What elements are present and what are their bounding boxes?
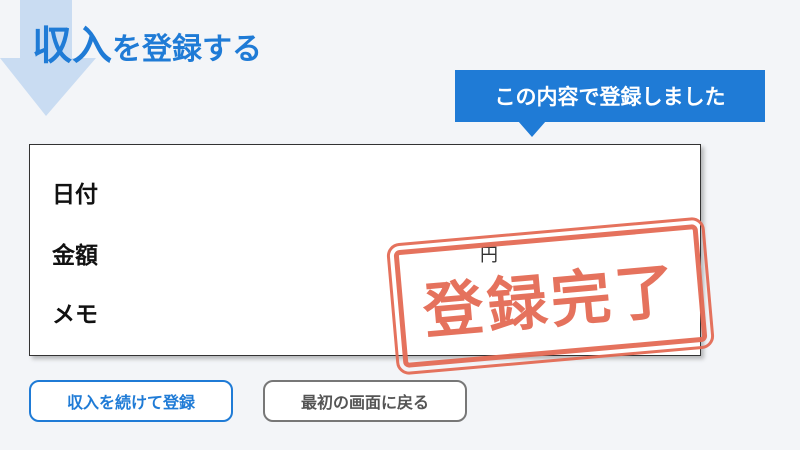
registered-entry-card: 日付 金額 円 メモ 登録完了 [29, 144, 715, 377]
continue-register-income-button[interactable]: 収入を続けて登録 [29, 380, 233, 422]
callout-pointer [518, 121, 546, 137]
page-title-emphasis: 収入 [32, 23, 112, 69]
page-title: 収入を登録する [32, 26, 262, 66]
success-callout: この内容で登録しました [455, 70, 765, 122]
amount-label: 金額 [52, 243, 98, 269]
registration-complete-stamp: 登録完了 [386, 215, 715, 377]
memo-label: メモ [52, 302, 98, 328]
page-title-rest: を登録する [112, 32, 262, 67]
date-label: 日付 [52, 182, 98, 208]
back-to-home-button[interactable]: 最初の画面に戻る [263, 380, 467, 422]
